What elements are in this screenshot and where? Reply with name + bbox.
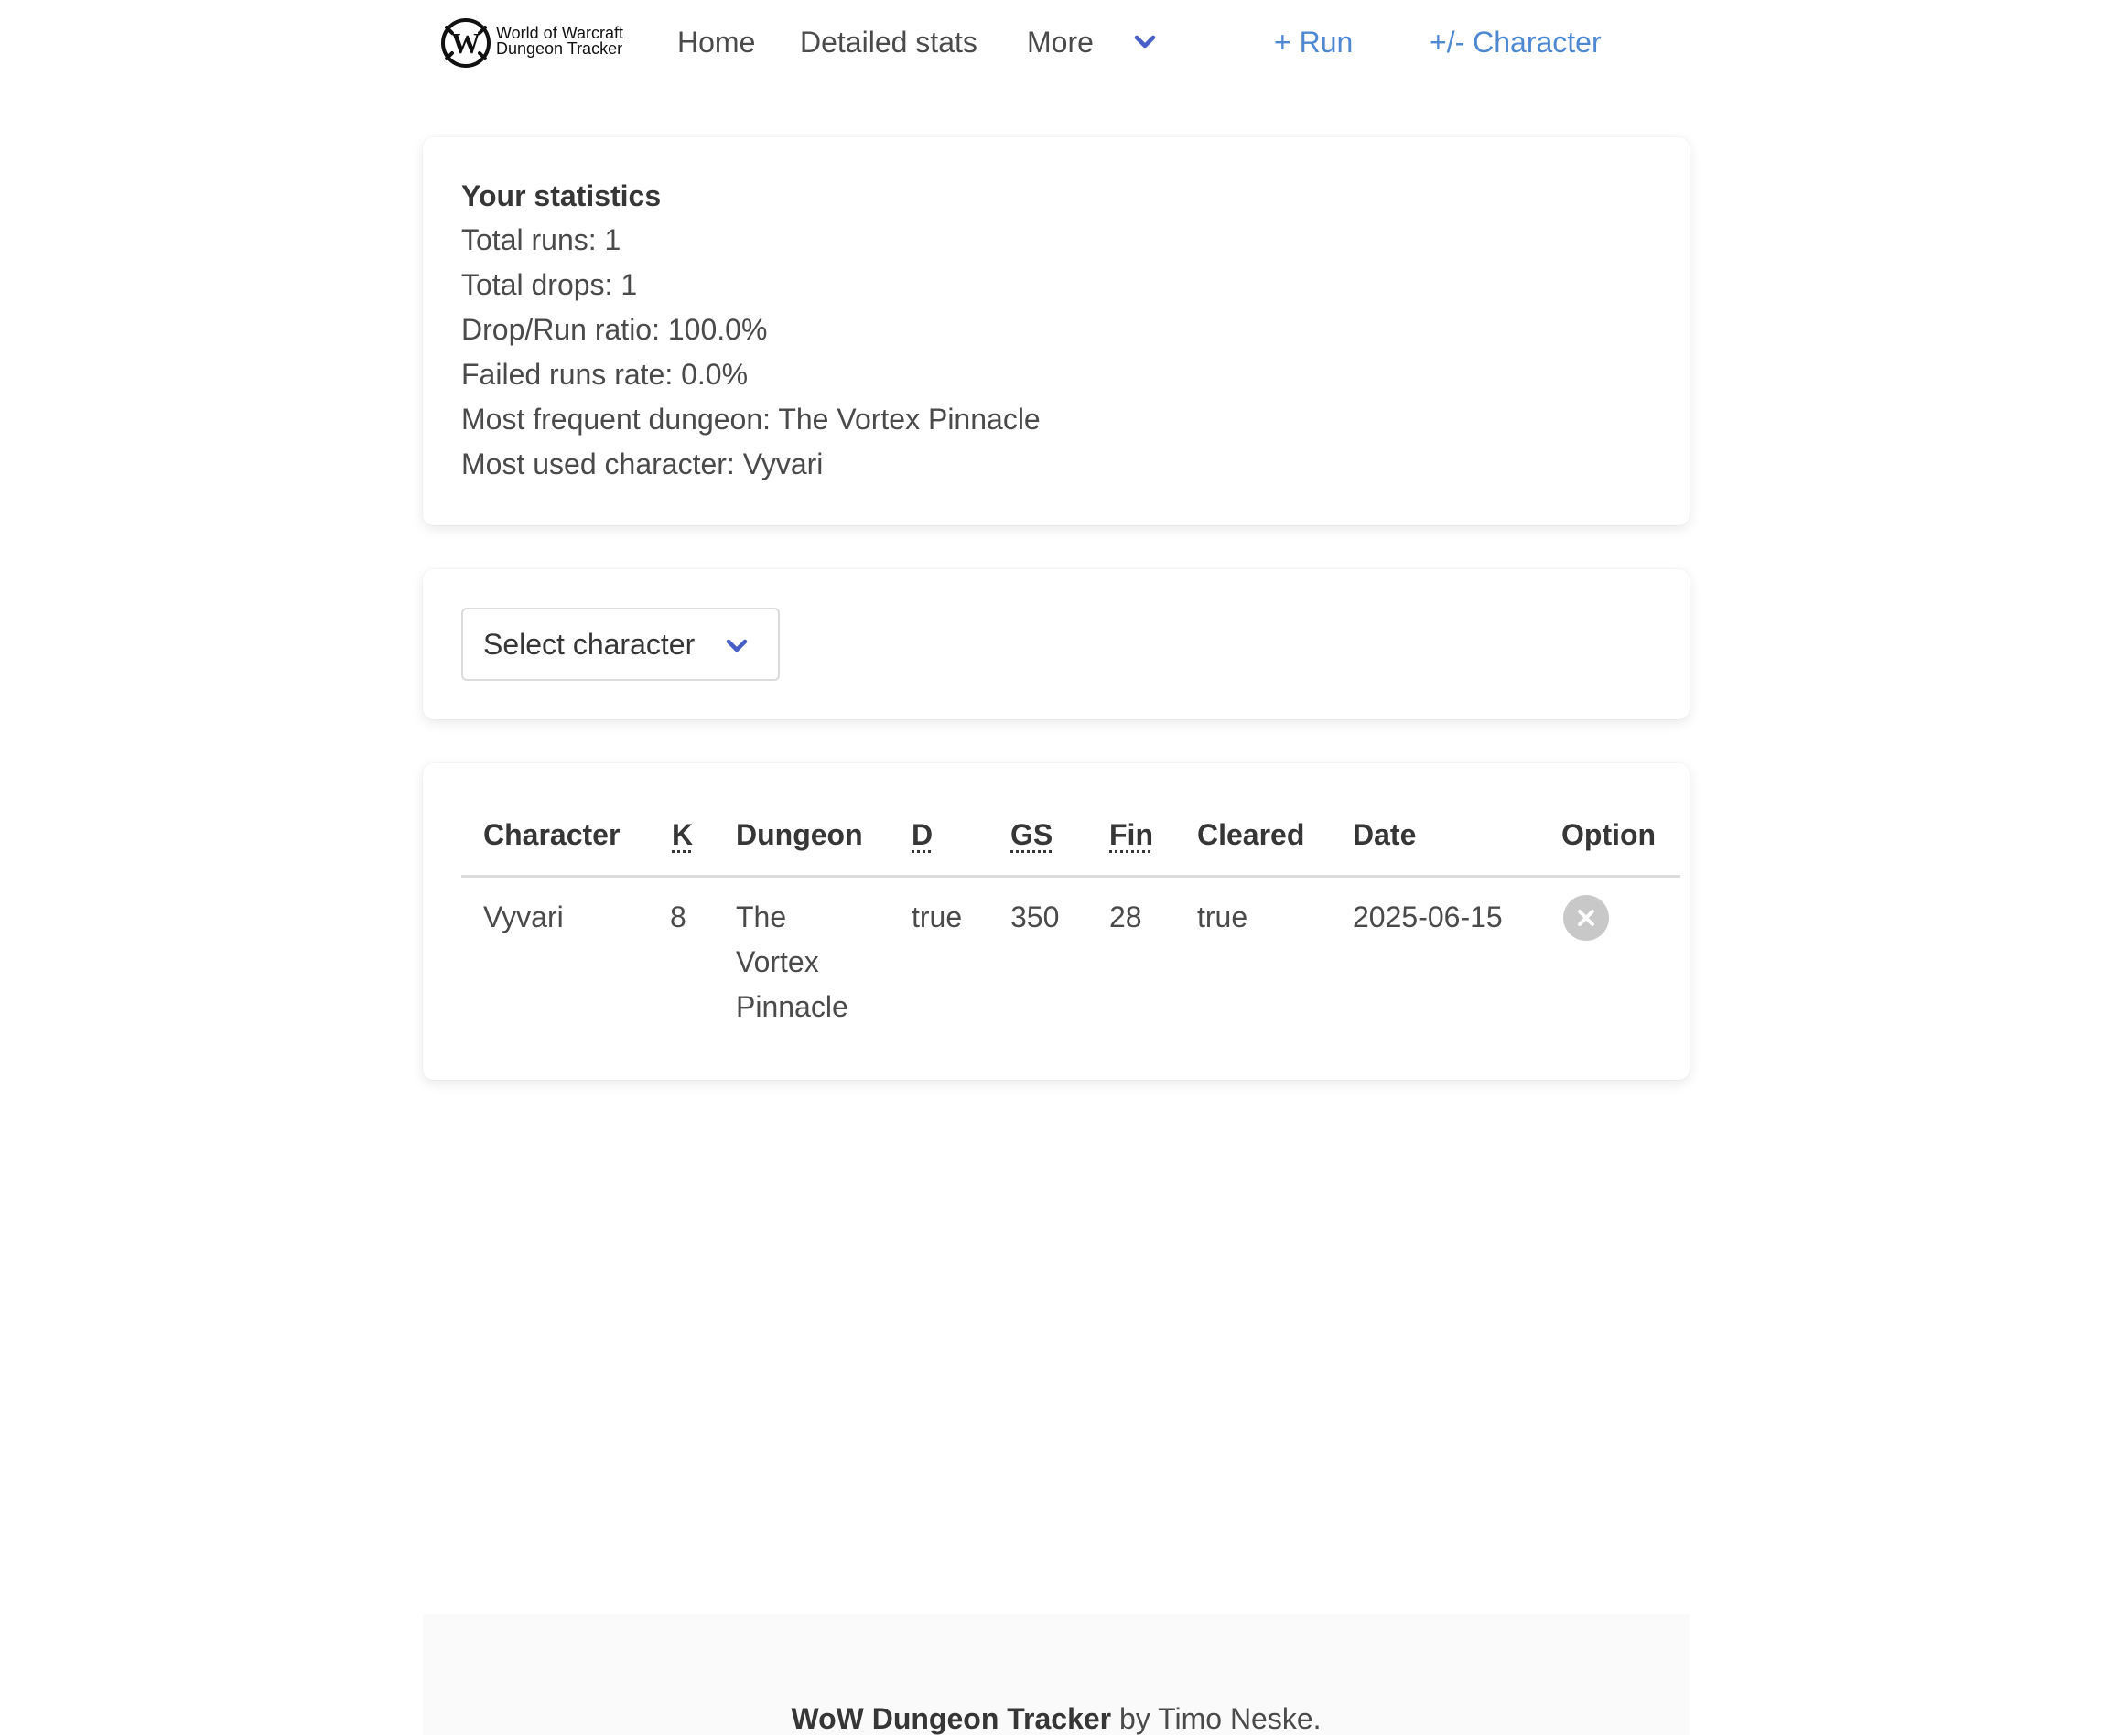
wow-logo-icon: W (441, 18, 491, 68)
nav-home-link[interactable]: Home (677, 22, 755, 62)
column-header-cleared: Cleared (1197, 818, 1305, 851)
column-header-fin[interactable]: Fin (1109, 818, 1153, 852)
column-header-gs[interactable]: GS (1010, 818, 1053, 852)
column-header-d[interactable]: D (912, 818, 933, 852)
column-header-k[interactable]: K (672, 818, 693, 852)
cell-gs: 350 (1010, 900, 1060, 933)
column-header-option: Option (1561, 818, 1657, 851)
footer-app-name: WoW Dungeon Tracker (791, 1702, 1112, 1735)
nav-more-dropdown[interactable]: More (1027, 22, 1156, 62)
brand-line-2: Dungeon Tracker (496, 39, 623, 58)
cell-dungeon-line-2: Vortex (736, 945, 819, 978)
nav-detailed-stats-link[interactable]: Detailed stats (800, 22, 977, 62)
cell-cleared: true (1197, 900, 1248, 933)
close-icon (1578, 910, 1594, 926)
column-header-character: Character (483, 818, 621, 851)
cell-dungeon-line-3: Pinnacle (736, 990, 848, 1023)
stat-most-frequent-dungeon: Most frequent dungeon: The Vortex Pinnac… (461, 403, 1041, 436)
cell-character: Vyvari (483, 900, 564, 933)
character-filter-card: Select character (423, 569, 1690, 719)
column-header-dungeon: Dungeon (736, 818, 863, 851)
cell-dungeon-line-1: The (736, 900, 787, 933)
logo-letter: W (451, 27, 480, 59)
column-header-date: Date (1353, 818, 1417, 851)
cell-date: 2025-06-15 (1353, 900, 1503, 933)
delete-run-button[interactable] (1563, 895, 1609, 941)
cell-dungeon: The Vortex Pinnacle (736, 895, 848, 1030)
cell-k: 8 (670, 900, 686, 933)
footer-credit: WoW Dungeon Tracker by Timo Neske. (423, 1702, 1690, 1736)
cell-fin: 28 (1109, 900, 1142, 933)
statistics-card: Your statistics Total runs: 1 Total drop… (423, 137, 1690, 525)
character-select[interactable]: Select character (461, 608, 780, 681)
stat-total-runs: Total runs: 1 (461, 223, 621, 256)
stat-total-drops: Total drops: 1 (461, 268, 638, 301)
runs-table-card: Character K Dungeon D GS Fin Cleared Dat… (423, 763, 1690, 1080)
stat-failed-runs-rate: Failed runs rate: 0.0% (461, 358, 749, 391)
cell-d: true (912, 900, 963, 933)
character-select-label: Select character (483, 628, 696, 661)
stat-drop-run-ratio: Drop/Run ratio: 100.0% (461, 313, 768, 346)
chevron-down-icon (1134, 35, 1156, 49)
add-run-link[interactable]: + Run (1274, 22, 1353, 62)
brand-text: World of Warcraft Dungeon Tracker (496, 25, 623, 58)
top-navbar: W World of Warcraft Dungeon Tracker Home… (417, 0, 1699, 88)
stat-most-used-character: Most used character: Vyvari (461, 447, 824, 480)
nav-more-label: More (1027, 26, 1094, 59)
page-footer: WoW Dungeon Tracker by Timo Neske. (423, 1614, 1690, 1735)
footer-byline: by Timo Neske. (1111, 1702, 1322, 1735)
chevron-down-icon (726, 639, 748, 652)
manage-character-link[interactable]: +/- Character (1430, 22, 1602, 62)
table-header-divider (461, 875, 1680, 878)
statistics-title: Your statistics (461, 179, 662, 212)
brand-logo-link[interactable]: W World of Warcraft Dungeon Tracker (439, 16, 637, 71)
